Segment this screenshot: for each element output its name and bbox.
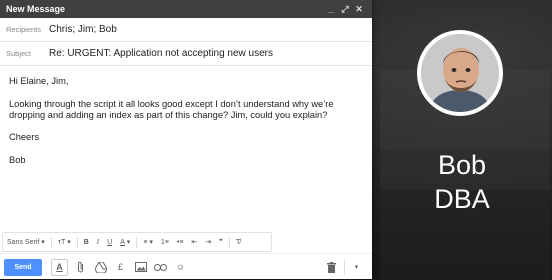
text-color-button[interactable]: A ▾: [116, 238, 134, 247]
formatting-options-icon[interactable]: A: [51, 258, 68, 276]
quote-button[interactable]: ❞: [215, 238, 227, 246]
italic-button[interactable]: I: [93, 238, 103, 246]
subject-row[interactable]: Subject Re: URGENT: Application not acce…: [0, 42, 372, 66]
close-icon[interactable]: ✕: [352, 4, 366, 15]
message-greeting: Hi Elaine, Jim,: [9, 76, 69, 86]
persona-name: Bob: [437, 150, 487, 180]
message-signoff: Cheers: [9, 132, 39, 143]
subject-field[interactable]: Re: URGENT: Application not accepting ne…: [49, 48, 273, 59]
insert-emoji-icon[interactable]: ☺: [173, 260, 188, 275]
indent-more-button[interactable]: ⇥: [201, 238, 215, 246]
send-button[interactable]: Send: [4, 258, 42, 276]
persona-role: DBA: [434, 184, 490, 214]
recipients-label: Recipients: [6, 25, 42, 34]
expand-icon[interactable]: ⤢: [338, 4, 352, 15]
message-body[interactable]: Hi Elaine, Jim, Looking through the scri…: [0, 66, 372, 166]
formatting-toolbar: Sans Serif ▾ ᴛT ▾ B I U A ▾ ≡ ▾ 1≡ •≡ ⇤ …: [2, 232, 272, 252]
indent-less-button[interactable]: ⇤: [187, 238, 201, 246]
underline-button[interactable]: U: [103, 239, 116, 246]
compose-window: New Message _ ⤢ ✕ Recipients Chris; Jim;…: [0, 0, 372, 279]
attach-file-icon[interactable]: [73, 260, 88, 275]
message-paragraph: Looking through the script it all looks …: [9, 98, 334, 120]
subject-label: Subject: [6, 49, 32, 58]
insert-money-icon[interactable]: £: [113, 260, 128, 275]
toolbar-divider: [228, 236, 230, 248]
font-family-select[interactable]: Sans Serif ▾: [3, 238, 49, 247]
discard-draft-icon[interactable]: [324, 260, 339, 275]
toolbar-divider: [136, 236, 138, 248]
insert-photo-icon[interactable]: [133, 260, 148, 275]
bold-button[interactable]: B: [80, 239, 93, 246]
recipients-field[interactable]: Chris; Jim; Bob: [49, 24, 117, 35]
recipients-row[interactable]: Recipients Chris; Jim; Bob: [0, 18, 372, 42]
avatar: [417, 30, 503, 116]
clear-formatting-button[interactable]: T̸: [232, 239, 244, 246]
compose-title-bar[interactable]: New Message _ ⤢ ✕: [0, 0, 372, 18]
compose-actions-bar: Send A £ ☺ ▾: [0, 253, 372, 280]
avatar-photo: [421, 34, 499, 112]
drive-icon[interactable]: [93, 260, 108, 275]
numbered-list-button[interactable]: 1≡: [157, 239, 173, 246]
align-button[interactable]: ≡ ▾: [139, 238, 157, 247]
more-options-icon[interactable]: ▾: [344, 259, 364, 275]
insert-link-icon[interactable]: [153, 260, 168, 275]
compose-title: New Message: [6, 4, 66, 14]
toolbar-divider: [50, 236, 52, 248]
minimize-icon[interactable]: _: [324, 4, 338, 14]
bulleted-list-button[interactable]: •≡: [173, 239, 188, 246]
message-signature: Bob: [9, 155, 26, 166]
toolbar-divider: [76, 236, 78, 248]
font-size-button[interactable]: ᴛT ▾: [54, 238, 75, 247]
